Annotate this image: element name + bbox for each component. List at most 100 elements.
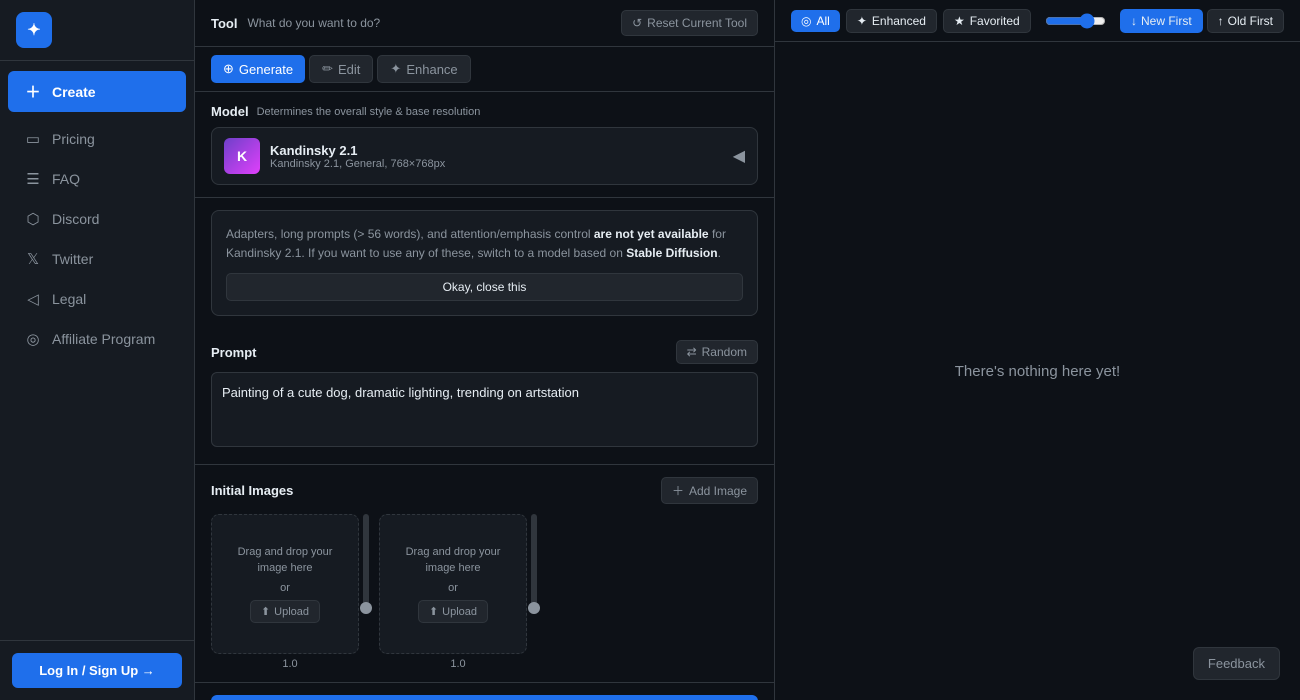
close-warning-button[interactable]: Okay, close this	[226, 273, 743, 301]
tab-edit[interactable]: ✏ Edit	[309, 55, 373, 83]
upload-label-1: Upload	[274, 606, 309, 618]
filter-favorited-button[interactable]: ★ Favorited	[943, 9, 1031, 33]
sidebar-item-create[interactable]: ＋ Create	[8, 71, 186, 112]
sidebar-item-twitter[interactable]: 𝕏 Twitter	[8, 240, 186, 278]
sidebar-item-discord[interactable]: ⬡ Discord	[8, 200, 186, 238]
upload-icon-1: ⬆	[261, 605, 270, 618]
tool-question: What do you want to do?	[247, 16, 611, 30]
sidebar-item-affiliate[interactable]: ◎ Affiliate Program	[8, 320, 186, 358]
sort-new-first-button[interactable]: ↓ New First	[1120, 9, 1203, 33]
add-icon: ＋	[672, 482, 684, 499]
filter-enhanced-button[interactable]: ✦ Enhanced	[846, 9, 937, 33]
reset-icon: ↺	[632, 16, 642, 30]
feedback-button[interactable]: Feedback	[1193, 647, 1280, 680]
filter-all-label: All	[816, 14, 829, 28]
slider-thumb-2[interactable]	[528, 602, 540, 614]
model-section-title: Model	[211, 104, 249, 119]
model-section: Model Determines the overall style & bas…	[195, 92, 774, 198]
legal-icon: ◁	[24, 290, 42, 308]
sidebar-login-label: Log In / Sign Up →	[39, 663, 155, 678]
slot-with-slider-1: Drag and drop your image here or ⬆ Uploa…	[211, 514, 369, 654]
filter-enhanced-label: Enhanced	[872, 14, 926, 28]
sidebar-item-faq[interactable]: ☰ FAQ	[8, 160, 186, 198]
sidebar-item-pricing[interactable]: ▭ Pricing	[8, 120, 186, 158]
sort-new-label: New First	[1141, 14, 1192, 28]
model-details: Kandinsky 2.1, General, 768×768px	[270, 158, 723, 170]
gallery-empty-state: There's nothing here yet!	[775, 42, 1300, 700]
model-arrow-icon: ◀	[733, 146, 745, 166]
upload-button-2[interactable]: ⬆ Upload	[418, 600, 488, 623]
main-bottom: Log In / Sign Up →	[195, 682, 774, 700]
tab-enhance[interactable]: ✦ Enhance	[377, 55, 470, 83]
random-label: Random	[702, 345, 747, 359]
close-warning-label: Okay, close this	[443, 280, 527, 294]
upload-box-2[interactable]: Drag and drop your image here or ⬆ Uploa…	[379, 514, 527, 654]
warning-text: Adapters, long prompts (> 56 words), and…	[226, 227, 726, 260]
sidebar-item-label: Twitter	[52, 251, 93, 267]
random-prompt-button[interactable]: ⇄ Random	[676, 340, 758, 364]
sidebar-login-button[interactable]: Log In / Sign Up →	[12, 653, 182, 688]
slot-with-slider-2: Drag and drop your image here or ⬆ Uploa…	[379, 514, 537, 654]
filter-slider-area	[1037, 13, 1114, 29]
image-upload-list: Drag and drop your image here or ⬆ Uploa…	[211, 514, 758, 670]
slot-value-2: 1.0	[379, 658, 537, 670]
create-icon: ＋	[24, 81, 42, 102]
action-tabs: ⊕ Generate ✏ Edit ✦ Enhance	[195, 47, 774, 92]
model-section-header: Model Determines the overall style & bas…	[211, 104, 758, 119]
sidebar-logo: ✦	[0, 0, 194, 61]
slider-track-2[interactable]	[531, 514, 537, 614]
add-image-button[interactable]: ＋ Add Image	[661, 477, 758, 504]
upload-box-text-2: Drag and drop your image here	[392, 545, 514, 576]
sidebar-item-label: Affiliate Program	[52, 331, 155, 347]
logo-icon: ✦	[16, 12, 52, 48]
gallery-empty-text: There's nothing here yet!	[955, 363, 1120, 380]
reset-tool-button[interactable]: ↺ Reset Current Tool	[621, 10, 758, 36]
gallery-area: ◎ All ✦ Enhanced ★ Favorited ↓ New First…	[775, 0, 1300, 700]
generate-icon: ⊕	[223, 61, 234, 77]
filter-range-slider[interactable]	[1045, 13, 1106, 29]
gallery-topbar: ◎ All ✦ Enhanced ★ Favorited ↓ New First…	[775, 0, 1300, 42]
upload-button-1[interactable]: ⬆ Upload	[250, 600, 320, 623]
sidebar-nav: ＋ Create ▭ Pricing ☰ FAQ ⬡ Discord 𝕏 Twi…	[0, 61, 194, 640]
sidebar-item-legal[interactable]: ◁ Legal	[8, 280, 186, 318]
warning-box: Adapters, long prompts (> 56 words), and…	[211, 210, 758, 316]
main-panel: Tool What do you want to do? ↺ Reset Cur…	[195, 0, 775, 700]
sidebar: ✦ ＋ Create ▭ Pricing ☰ FAQ ⬡ Discord 𝕏 T…	[0, 0, 195, 700]
twitter-icon: 𝕏	[24, 250, 42, 268]
discord-icon: ⬡	[24, 210, 42, 228]
slider-track-1[interactable]	[363, 514, 369, 614]
pricing-icon: ▭	[24, 130, 42, 148]
tab-generate[interactable]: ⊕ Generate	[211, 55, 305, 83]
filter-favorited-label: Favorited	[970, 14, 1020, 28]
sort-old-icon: ↑	[1218, 14, 1224, 28]
upload-icon-2: ⬆	[429, 605, 438, 618]
model-info: Kandinsky 2.1 Kandinsky 2.1, General, 76…	[270, 143, 723, 170]
upload-box-1[interactable]: Drag and drop your image here or ⬆ Uploa…	[211, 514, 359, 654]
model-section-subtitle: Determines the overall style & base reso…	[257, 106, 481, 118]
enhanced-icon: ✦	[857, 14, 867, 28]
main-login-button[interactable]: Log In / Sign Up →	[211, 695, 758, 700]
reset-label: Reset Current Tool	[647, 16, 747, 30]
sidebar-item-label: Pricing	[52, 131, 95, 147]
initial-images-section: Initial Images ＋ Add Image Drag and drop…	[195, 465, 774, 682]
generate-label: Generate	[239, 62, 293, 77]
image-upload-slot-2: Drag and drop your image here or ⬆ Uploa…	[379, 514, 537, 670]
sidebar-bottom: Log In / Sign Up →	[0, 640, 194, 700]
filter-all-button[interactable]: ◎ All	[791, 10, 840, 32]
prompt-section: Prompt ⇄ Random	[195, 328, 774, 465]
sort-old-label: Old First	[1228, 14, 1273, 28]
faq-icon: ☰	[24, 170, 42, 188]
sort-old-first-button[interactable]: ↑ Old First	[1207, 9, 1284, 33]
favorited-icon: ★	[954, 14, 965, 28]
prompt-input[interactable]	[211, 372, 758, 447]
sidebar-item-label: Legal	[52, 291, 86, 307]
slider-thumb-1[interactable]	[360, 602, 372, 614]
model-card[interactable]: K Kandinsky 2.1 Kandinsky 2.1, General, …	[211, 127, 758, 185]
initial-images-title: Initial Images	[211, 483, 293, 498]
tool-header: Tool What do you want to do? ↺ Reset Cur…	[195, 0, 774, 47]
tool-label: Tool	[211, 16, 237, 31]
images-header: Initial Images ＋ Add Image	[211, 477, 758, 504]
upload-label-2: Upload	[442, 606, 477, 618]
upload-or-1: or	[280, 582, 290, 594]
affiliate-icon: ◎	[24, 330, 42, 348]
